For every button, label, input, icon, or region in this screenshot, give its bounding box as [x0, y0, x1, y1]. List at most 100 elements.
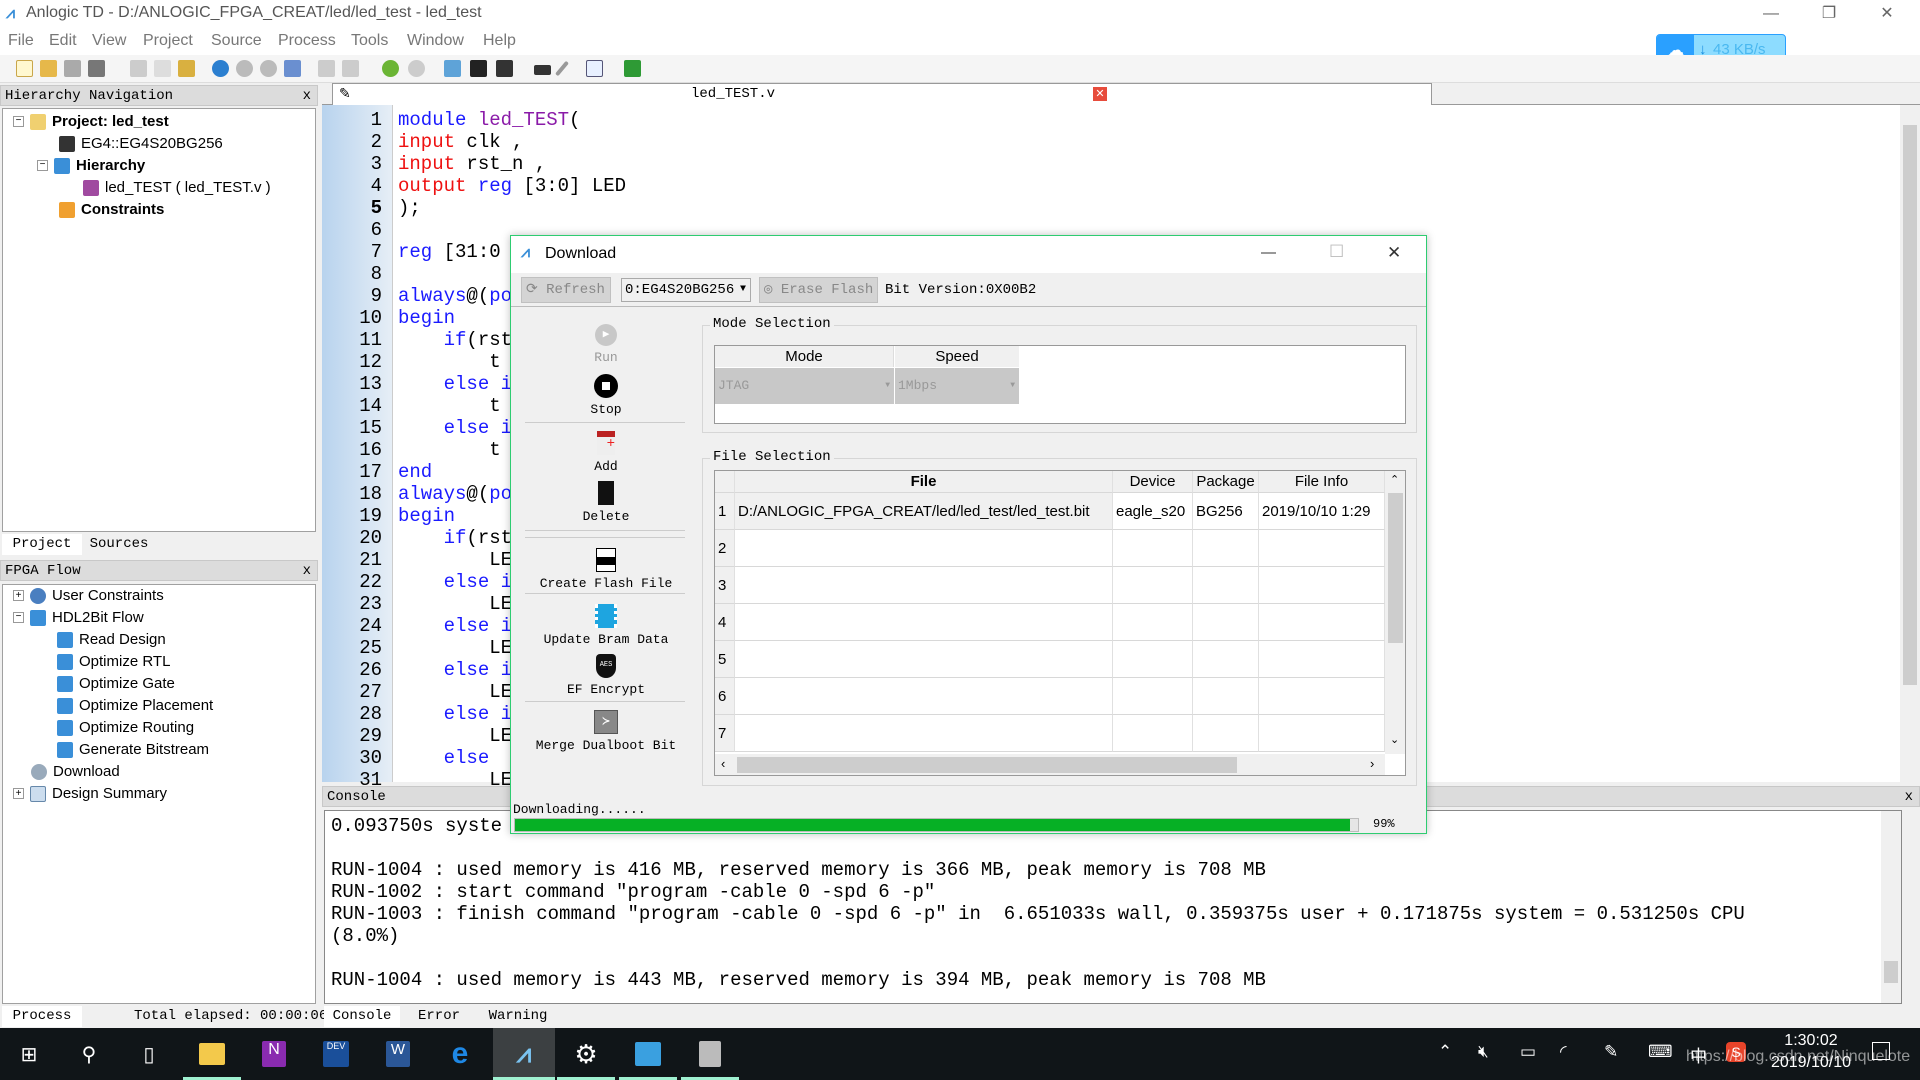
table-cell[interactable]	[735, 715, 1113, 752]
table-cell[interactable]	[1193, 530, 1259, 567]
download-icon[interactable]	[624, 60, 641, 77]
flow-item-generate-bitstream[interactable]: Generate Bitstream	[57, 741, 209, 758]
taskbar-file-explorer[interactable]	[183, 1028, 241, 1080]
table-cell[interactable]	[1259, 678, 1385, 715]
table-cell[interactable]	[1113, 678, 1193, 715]
tree-item-project[interactable]: − Project: led_test	[13, 113, 169, 130]
table-cell[interactable]	[1259, 567, 1385, 604]
flow-item-design-summary[interactable]: + Design Summary	[13, 785, 167, 802]
file-table-vertical-scrollbar[interactable]: ⌃ ⌄	[1385, 471, 1405, 754]
dialog-close-button[interactable]: ✕	[1387, 243, 1401, 263]
tree-item-device[interactable]: EG4::EG4S20BG256	[59, 135, 223, 152]
taskbar-control-panel[interactable]	[619, 1028, 677, 1080]
volume-muted-icon[interactable]: 🔇︎	[1478, 1042, 1489, 1062]
open-folder-icon[interactable]	[40, 60, 57, 77]
row-number[interactable]: 5	[715, 641, 735, 678]
table-cell[interactable]: D:/ANLOGIC_FPGA_CREAT/led/led_test/led_t…	[735, 493, 1113, 530]
tab-sources[interactable]: Sources	[84, 534, 154, 555]
tab-warning[interactable]: Warning	[478, 1006, 558, 1027]
scroll-right-icon[interactable]: ›	[1370, 756, 1374, 771]
paste-icon[interactable]	[178, 60, 195, 77]
menu-project[interactable]: Project	[143, 32, 193, 50]
row-number[interactable]: 1	[715, 493, 735, 530]
table-cell[interactable]	[735, 678, 1113, 715]
flow-item-optimize-routing[interactable]: Optimize Routing	[57, 719, 194, 736]
wifi-icon[interactable]: ◜	[1560, 1042, 1567, 1062]
cut-icon[interactable]	[130, 60, 147, 77]
table-cell[interactable]	[1193, 604, 1259, 641]
column-header-file-info[interactable]: File Info	[1259, 471, 1385, 493]
speed-select[interactable]: 1Mbps ▼	[895, 368, 1019, 404]
erase-flash-button[interactable]: ◎ Erase Flash	[759, 277, 878, 303]
table-cell[interactable]	[1193, 567, 1259, 604]
expand-icon[interactable]: +	[13, 788, 24, 799]
create-flash-file-button[interactable]: Create Flash File	[511, 548, 701, 591]
flow-item-download[interactable]: Download	[31, 763, 120, 780]
task-view-button[interactable]: ▯	[120, 1028, 178, 1080]
fpga-flow-close-button[interactable]: x	[303, 561, 311, 581]
collapse-icon[interactable]: −	[37, 160, 48, 171]
refresh-button[interactable]: ⟳ Refresh	[521, 277, 611, 303]
dialog-maximize-button[interactable]: ☐	[1329, 242, 1344, 262]
redo-icon[interactable]	[342, 60, 359, 77]
tree-item-constraints[interactable]: Constraints	[59, 201, 164, 218]
pen-icon[interactable]: ✎	[1604, 1042, 1618, 1062]
flow-item-optimize-placement[interactable]: Optimize Placement	[57, 697, 213, 714]
merge-dualboot-bit-button[interactable]: ≻ Merge Dualboot Bit	[511, 710, 701, 753]
windows-icon[interactable]	[444, 60, 461, 77]
add-button[interactable]: + Add	[511, 431, 701, 474]
taskbar-anlogic-td[interactable]: ⩘	[493, 1028, 555, 1080]
scroll-left-icon[interactable]: ‹	[721, 756, 725, 771]
menu-window[interactable]: Window	[407, 32, 464, 50]
row-number[interactable]: 3	[715, 567, 735, 604]
delete-button[interactable]: Delete	[511, 481, 701, 524]
tab-error[interactable]: Error	[404, 1006, 474, 1027]
update-bram-data-button[interactable]: Update Bram Data	[511, 604, 701, 647]
battery-icon[interactable]: ▭	[1520, 1042, 1536, 1062]
table-cell[interactable]	[1113, 715, 1193, 752]
file-table-horizontal-scrollbar[interactable]: ‹ ›	[715, 754, 1385, 775]
table-cell[interactable]	[735, 641, 1113, 678]
ef-encrypt-button[interactable]: AES EF Encrypt	[511, 654, 701, 697]
menu-source[interactable]: Source	[211, 32, 262, 50]
new-file-icon[interactable]	[16, 60, 33, 77]
flow-item-optimize-gate[interactable]: Optimize Gate	[57, 675, 175, 692]
minimize-button[interactable]: —	[1748, 2, 1794, 26]
column-header-file[interactable]: File	[735, 471, 1113, 493]
scrollbar-thumb[interactable]	[1884, 961, 1898, 983]
tab-console[interactable]: Console	[324, 1006, 400, 1027]
table-cell[interactable]: eagle_s20	[1113, 493, 1193, 530]
device-select[interactable]: 0:EG4S20BG256 ▼	[621, 278, 751, 302]
stop-button[interactable]: Stop	[511, 374, 701, 417]
table-cell[interactable]	[1193, 641, 1259, 678]
chip-icon[interactable]	[534, 65, 551, 75]
editor-tab[interactable]: ✎ led_TEST.v ✕	[332, 83, 1432, 105]
close-tab-icon[interactable]: ✕	[1093, 87, 1107, 101]
taskbar-settings[interactable]: ⚙	[557, 1028, 615, 1080]
table-cell[interactable]	[735, 604, 1113, 641]
console-output[interactable]: 0.093750s syste RUN-1004 : used memory is…	[324, 810, 1902, 1004]
taskbar-dev-cpp[interactable]: DEV	[307, 1028, 365, 1080]
search-button[interactable]: ⚲	[60, 1028, 118, 1080]
layout-icon[interactable]	[496, 60, 513, 77]
taskbar-edge[interactable]: e	[431, 1028, 489, 1080]
row-number[interactable]: 4	[715, 604, 735, 641]
column-header-device[interactable]: Device	[1113, 471, 1193, 493]
waveform-icon[interactable]	[586, 60, 603, 77]
row-number[interactable]: 6	[715, 678, 735, 715]
start-button[interactable]: ⊞	[0, 1028, 58, 1080]
tree-item-module[interactable]: led_TEST ( led_TEST.v )	[83, 179, 271, 196]
menu-file[interactable]: File	[8, 32, 34, 50]
probe-icon[interactable]	[555, 60, 569, 77]
copy-icon[interactable]	[154, 60, 171, 77]
table-cell[interactable]: BG256	[1193, 493, 1259, 530]
table-cell[interactable]	[1259, 530, 1385, 567]
row-number[interactable]: 2	[715, 530, 735, 567]
scroll-up-icon[interactable]: ⌃	[1390, 473, 1399, 486]
taskbar-word[interactable]: W	[369, 1028, 427, 1080]
menu-process[interactable]: Process	[278, 32, 336, 50]
close-button[interactable]: ✕	[1864, 2, 1910, 26]
table-cell[interactable]	[735, 530, 1113, 567]
find-next-icon[interactable]	[236, 60, 253, 77]
flow-item-optimize-rtl[interactable]: Optimize RTL	[57, 653, 170, 670]
